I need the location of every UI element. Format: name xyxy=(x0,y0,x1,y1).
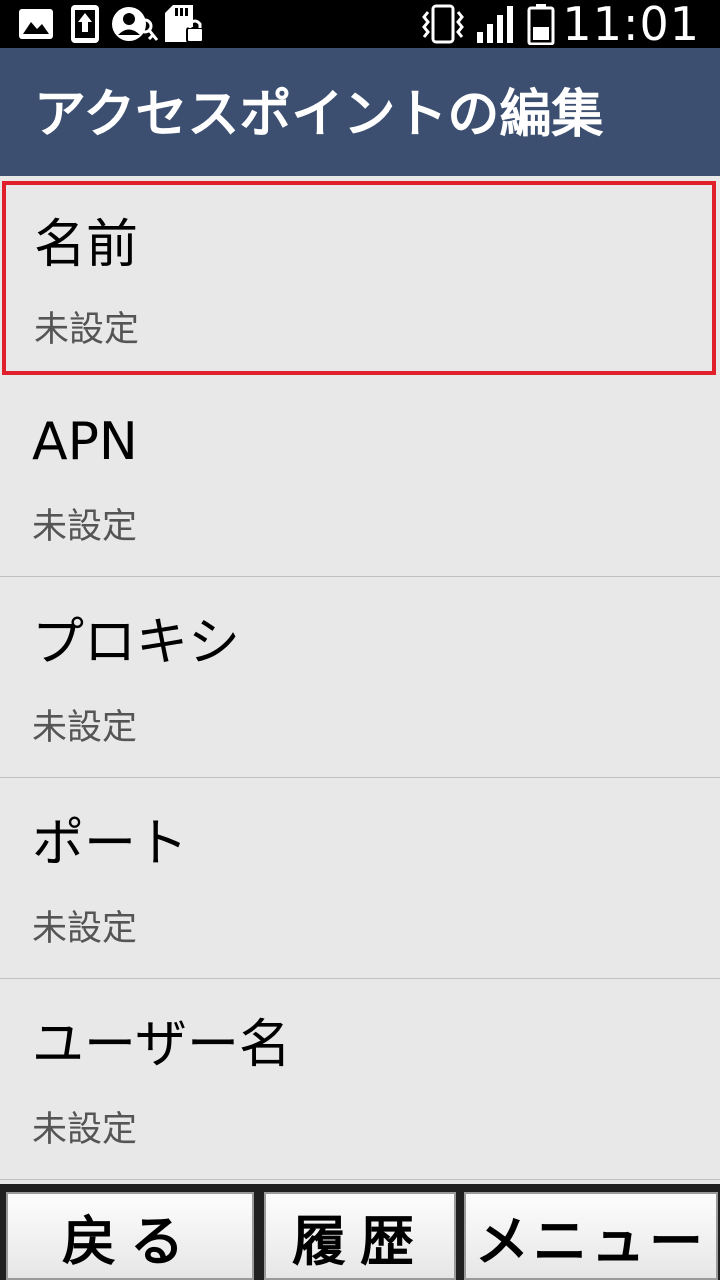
list-item-value: 未設定 xyxy=(32,909,138,949)
list-item-username[interactable]: ユーザー名 未設定 xyxy=(0,980,720,1180)
status-bar: 11:01 xyxy=(0,0,720,48)
battery-icon xyxy=(526,4,556,45)
apn-settings-list: 名前 未設定 APN 未設定 プロキシ 未設定 ポート 未設定 ユーザー名 未設… xyxy=(0,176,720,1184)
history-button[interactable]: 履歴 xyxy=(264,1192,456,1280)
list-item-name[interactable]: 名前 未設定 xyxy=(2,181,716,375)
signal-icon xyxy=(474,4,518,44)
sd-card-lock-icon xyxy=(162,4,206,44)
screen: 11:01 アクセスポイントの編集 名前 未設定 APN 未設定 プロキシ 未設… xyxy=(0,0,720,1280)
back-button[interactable]: 戻る xyxy=(6,1192,254,1280)
list-item-label: 名前 xyxy=(34,215,139,275)
image-icon xyxy=(16,4,56,44)
list-item-value: 未設定 xyxy=(34,310,140,350)
list-item-apn[interactable]: APN 未設定 xyxy=(0,377,720,577)
account-key-icon xyxy=(110,4,160,44)
list-item-label: ポート xyxy=(32,814,189,874)
upload-icon xyxy=(68,4,102,44)
page-title: アクセスポイントの編集 xyxy=(34,85,604,145)
softkey-bar: 戻る 履歴 メニュー xyxy=(0,1184,720,1280)
vibrate-icon xyxy=(420,4,466,44)
status-time: 11:01 xyxy=(562,0,700,51)
list-item-proxy[interactable]: プロキシ 未設定 xyxy=(0,578,720,778)
list-item-value: 未設定 xyxy=(32,1110,138,1150)
menu-button[interactable]: メニュー xyxy=(464,1192,718,1280)
list-item-value: 未設定 xyxy=(32,507,138,547)
title-bar: アクセスポイントの編集 xyxy=(0,48,720,176)
list-item-port[interactable]: ポート 未設定 xyxy=(0,779,720,979)
list-item-label: APN xyxy=(32,412,138,472)
list-item-value: 未設定 xyxy=(32,708,138,748)
list-item-label: ユーザー名 xyxy=(32,1015,291,1075)
list-item-label: プロキシ xyxy=(32,613,241,673)
